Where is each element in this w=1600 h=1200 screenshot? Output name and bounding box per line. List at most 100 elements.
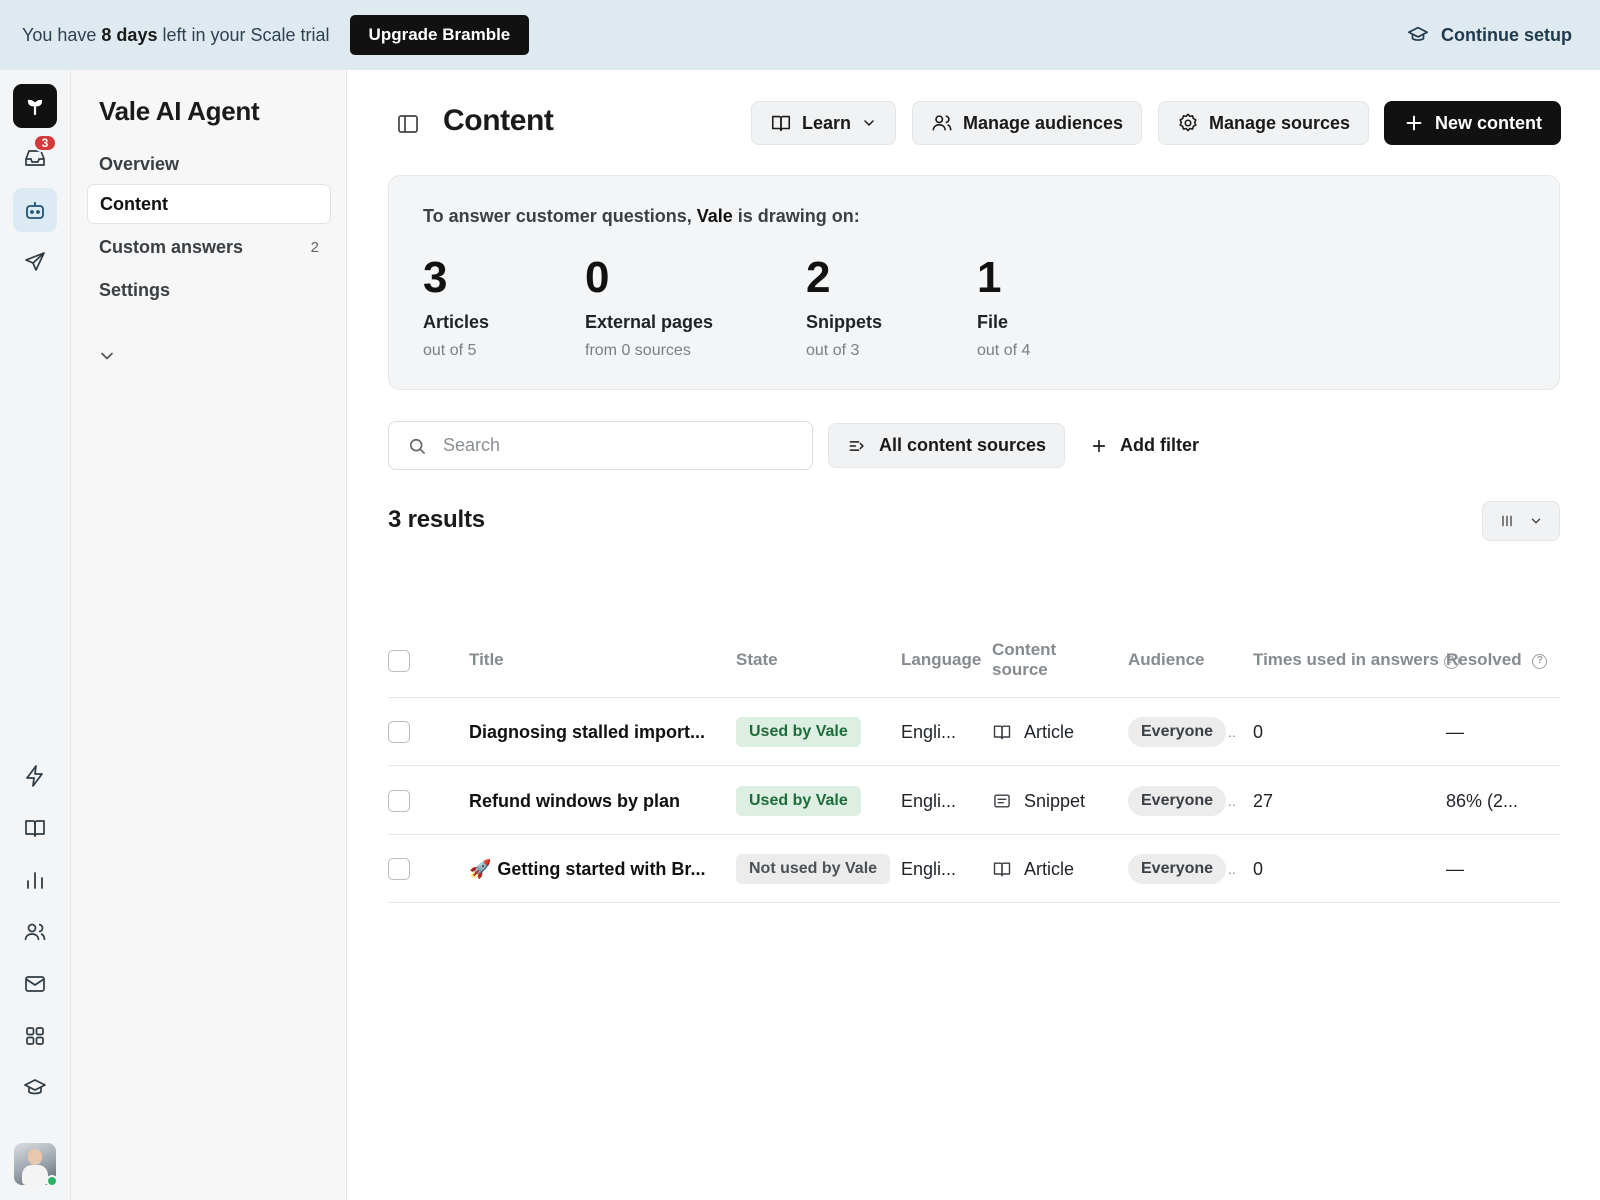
continue-setup-button[interactable]: Continue setup <box>1407 0 1572 70</box>
apps-button[interactable] <box>13 1014 57 1058</box>
apps-icon <box>26 1027 44 1045</box>
column-header-title[interactable]: Title <box>469 650 504 670</box>
column-header-language[interactable]: Language <box>901 650 981 670</box>
column-header-label: Times used in answers <box>1253 650 1439 669</box>
manage-sources-button[interactable]: Manage sources <box>1158 101 1370 145</box>
row-state: Not used by Vale <box>736 835 891 903</box>
stat-value: 1 <box>977 253 1002 302</box>
source-label: Article <box>1024 858 1075 879</box>
nav-item-settings[interactable]: Settings <box>87 270 331 310</box>
column-header-times-used[interactable]: Times used in answers ? <box>1253 650 1459 670</box>
stat-articles[interactable]: 3 Articles out of 5 <box>423 254 489 360</box>
table-row[interactable]: Refund windows by plan Used by Vale Engl… <box>388 767 1560 835</box>
select-all-checkbox[interactable] <box>388 650 410 672</box>
trial-text-prefix: You have <box>22 24 102 45</box>
stat-snippets[interactable]: 2 Snippets out of 3 <box>806 254 882 360</box>
learn-dropdown-button[interactable]: Learn <box>751 101 897 145</box>
bot-icon <box>26 202 44 219</box>
book-icon <box>25 820 45 837</box>
column-header-line: Content <box>992 640 1057 659</box>
trial-banner-text: You have 8 days left in your Scale trial <box>22 25 330 46</box>
learn-center-button[interactable] <box>13 1066 57 1110</box>
chart-icon <box>27 872 43 889</box>
nav-item-label: Settings <box>99 279 171 300</box>
row-audience: Everyone.. <box>1128 767 1236 835</box>
stat-sub: out of 5 <box>423 342 477 359</box>
nav-item-custom-answers[interactable]: Custom answers 2 <box>87 227 331 267</box>
reports-button[interactable] <box>13 858 57 902</box>
stat-external-pages[interactable]: 0 External pages from 0 sources <box>585 254 713 360</box>
column-header-audience[interactable]: Audience <box>1128 650 1205 670</box>
row-language: Engli... <box>901 858 957 879</box>
row-checkbox[interactable] <box>388 790 410 812</box>
content-sources-filter-label: All content sources <box>879 435 1047 455</box>
upgrade-button[interactable]: Upgrade Bramble <box>349 15 530 55</box>
state-badge: Used by Vale <box>736 786 861 816</box>
automation-button[interactable] <box>13 754 57 798</box>
stat-label: Snippets <box>806 312 883 332</box>
row-title-text: Getting started with Br... <box>497 858 706 879</box>
row-checkbox[interactable] <box>388 858 410 880</box>
row-title: Refund windows by plan <box>469 767 680 835</box>
knowledge-button[interactable] <box>13 806 57 850</box>
graduation-cap-icon <box>1408 26 1428 41</box>
nav-item-content[interactable]: Content <box>87 184 331 224</box>
search-icon <box>409 438 425 454</box>
summary-heading-agent: Vale <box>696 206 733 226</box>
online-status-dot <box>46 1175 58 1187</box>
stat-label: File <box>977 312 1009 332</box>
contacts-button[interactable] <box>13 910 57 954</box>
search-input[interactable] <box>443 435 783 456</box>
rocket-icon: 🚀 <box>469 858 492 879</box>
avatar-body <box>22 1165 48 1185</box>
messages-button[interactable] <box>13 962 57 1006</box>
plus-icon <box>1406 115 1422 131</box>
help-icon[interactable]: ? <box>1532 654 1548 669</box>
stat-value: 2 <box>806 253 831 302</box>
manage-audiences-button[interactable]: Manage audiences <box>912 101 1143 145</box>
results-count: 3 results <box>388 506 485 533</box>
new-content-button[interactable]: New content <box>1384 101 1562 145</box>
row-title: Diagnosing stalled import... <box>469 698 705 766</box>
chevron-down-icon[interactable] <box>97 346 117 366</box>
sidebar-toggle-icon[interactable] <box>396 112 420 136</box>
filter-lines-icon <box>849 440 864 451</box>
inbox-button[interactable]: 3 <box>13 134 57 180</box>
audience-overflow-icon: .. <box>1228 793 1236 809</box>
content-summary-card: To answer customer questions, Vale is dr… <box>388 175 1560 390</box>
avatar[interactable] <box>14 1143 58 1187</box>
row-source: Article <box>992 835 1074 903</box>
table-row[interactable]: 🚀 Getting started with Br... Not used by … <box>388 835 1560 903</box>
summary-heading-prefix: To answer customer questions, <box>423 206 697 226</box>
page-title: Content <box>443 104 554 137</box>
row-state: Used by Vale <box>736 767 861 835</box>
mail-icon <box>25 976 45 992</box>
learn-label: Learn <box>802 112 852 133</box>
main-content: Content Learn Manage audiences Manage so… <box>348 70 1600 1200</box>
chevron-down-icon <box>864 120 874 126</box>
row-times-used: 0 <box>1253 721 1264 742</box>
column-header-resolved[interactable]: Resolved ? <box>1446 650 1548 670</box>
column-settings-button[interactable] <box>1482 501 1560 541</box>
column-header-content-source[interactable]: Content source <box>992 640 1056 680</box>
outbound-button[interactable] <box>13 240 57 284</box>
content-sources-filter-button[interactable]: All content sources <box>828 423 1066 468</box>
bolt-icon <box>26 765 43 787</box>
inbox-badge: 3 <box>33 134 57 152</box>
source-label: Snippet <box>1024 790 1086 811</box>
users-icon <box>932 115 952 131</box>
audience-badge: Everyone <box>1128 717 1227 747</box>
add-filter-button[interactable]: Add filter <box>1090 423 1199 468</box>
row-checkbox[interactable] <box>388 721 410 743</box>
custom-answers-count: 2 <box>310 238 319 256</box>
table-row[interactable]: Diagnosing stalled import... Used by Val… <box>388 698 1560 766</box>
new-content-label: New content <box>1435 112 1543 133</box>
nav-item-overview[interactable]: Overview <box>87 144 331 184</box>
logo-button[interactable] <box>13 84 57 128</box>
stat-files[interactable]: 1 File out of 4 <box>977 254 1030 360</box>
row-language: Engli... <box>901 721 957 742</box>
ai-agent-button[interactable] <box>13 188 57 232</box>
table-header: Title State Language Content source Audie… <box>388 620 1560 698</box>
stat-sub: out of 3 <box>806 342 860 359</box>
column-header-state[interactable]: State <box>736 650 778 670</box>
